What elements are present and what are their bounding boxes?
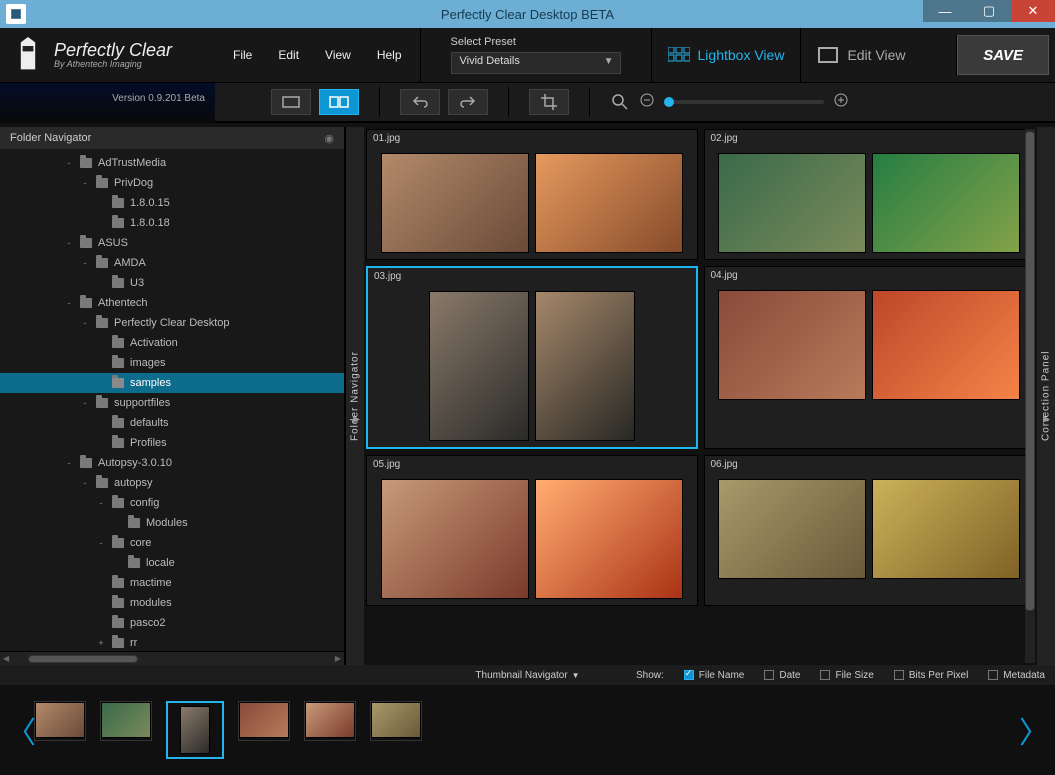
tree-item[interactable]: 1.8.0.15 — [0, 193, 344, 213]
tree-item[interactable]: samples — [0, 373, 344, 393]
tree-scrollbar[interactable]: ◀ ▶ — [0, 651, 344, 665]
titlebar: Perfectly Clear Desktop BETA — ▢ ✕ — [0, 0, 1055, 28]
thumbnail-navigator-toggle[interactable]: Thumbnail Navigator▼ — [475, 670, 579, 681]
main-menu: File Edit View Help — [215, 28, 420, 82]
preset-select[interactable]: Vivid Details — [451, 52, 621, 74]
image-cell[interactable]: 03.jpg — [366, 266, 698, 449]
show-option[interactable]: File Size — [820, 670, 873, 681]
strip-thumb[interactable] — [100, 701, 152, 741]
undo-button[interactable] — [400, 89, 440, 115]
grid-scrollbar[interactable] — [1025, 129, 1035, 663]
footer-bar: Thumbnail Navigator▼ Show: File Name Date… — [0, 665, 1055, 685]
grid-icon — [668, 47, 690, 63]
header: Perfectly Clear By Athentech Imaging Fil… — [0, 28, 1055, 83]
strip-thumb[interactable] — [166, 701, 224, 759]
image-cell[interactable]: 06.jpg — [704, 455, 1036, 606]
folder-panel: Folder Navigator ◉ -AdTrustMedia-PrivDog… — [0, 127, 346, 665]
tree-item[interactable]: -AMDA — [0, 253, 344, 273]
correction-panel-strip[interactable]: ◀ Correction Panel — [1037, 127, 1055, 665]
footer: Thumbnail Navigator▼ Show: File Name Date… — [0, 665, 1055, 775]
tree-item[interactable]: -PrivDog — [0, 173, 344, 193]
lightbox-view-button[interactable]: Lightbox View — [668, 47, 785, 63]
show-option[interactable]: Date — [764, 670, 800, 681]
menu-help[interactable]: Help — [377, 48, 402, 62]
image-grid: 01.jpg02.jpg03.jpg04.jpg05.jpg06.jpg — [364, 127, 1037, 665]
tree-item[interactable]: mactime — [0, 573, 344, 593]
show-option[interactable]: Bits Per Pixel — [894, 670, 968, 681]
tree-item[interactable]: -autopsy — [0, 473, 344, 493]
folder-panel-header: Folder Navigator ◉ — [0, 127, 344, 149]
maximize-button[interactable]: ▢ — [967, 0, 1011, 22]
tree-item[interactable]: defaults — [0, 413, 344, 433]
menu-file[interactable]: File — [233, 48, 252, 62]
tree-item[interactable]: locale — [0, 553, 344, 573]
app-icon — [6, 4, 26, 24]
split-layout-button[interactable] — [319, 89, 359, 115]
tree-item[interactable]: -config — [0, 493, 344, 513]
strip-thumb[interactable] — [238, 701, 290, 741]
tree-item[interactable]: U3 — [0, 273, 344, 293]
edit-view-button[interactable]: Edit View — [817, 47, 905, 63]
version-label: Version 0.9.201 Beta — [0, 83, 215, 123]
tree-item[interactable]: Profiles — [0, 433, 344, 453]
tree-item[interactable]: images — [0, 353, 344, 373]
close-button[interactable]: ✕ — [1011, 0, 1055, 22]
show-option[interactable]: File Name — [684, 670, 745, 681]
zoom-in-button[interactable] — [832, 93, 850, 112]
logo: Perfectly Clear By Athentech Imaging — [0, 28, 215, 82]
main-area: Folder Navigator ◉ -AdTrustMedia-PrivDog… — [0, 127, 1055, 665]
image-cell[interactable]: 05.jpg — [366, 455, 698, 606]
window-title: Perfectly Clear Desktop BETA — [0, 7, 1055, 22]
show-option[interactable]: Metadata — [988, 670, 1045, 681]
image-cell[interactable]: 01.jpg — [366, 129, 698, 260]
strip-next-button[interactable]: 〉 — [1019, 708, 1049, 752]
tree-item[interactable]: -supportfiles — [0, 393, 344, 413]
tree-item[interactable]: -ASUS — [0, 233, 344, 253]
tree-item[interactable]: -Perfectly Clear Desktop — [0, 313, 344, 333]
zoom-out-button[interactable] — [638, 93, 656, 112]
single-layout-button[interactable] — [271, 89, 311, 115]
redo-button[interactable] — [448, 89, 488, 115]
crop-button[interactable] — [529, 89, 569, 115]
view-buttons: Lightbox View — [651, 28, 801, 82]
tree-item[interactable]: Modules — [0, 513, 344, 533]
tree-item[interactable]: pasco2 — [0, 613, 344, 633]
zoom-slider[interactable] — [664, 100, 824, 104]
menu-view[interactable]: View — [325, 48, 351, 62]
show-label: Show: — [636, 670, 664, 681]
menu-edit[interactable]: Edit — [278, 48, 299, 62]
folder-tree[interactable]: -AdTrustMedia-PrivDog1.8.0.151.8.0.18-AS… — [0, 149, 344, 651]
minimize-button[interactable]: — — [923, 0, 967, 22]
edit-view-group: Edit View — [800, 28, 921, 82]
tree-item[interactable]: 1.8.0.18 — [0, 213, 344, 233]
image-cell[interactable]: 04.jpg — [704, 266, 1036, 449]
folder-navigator-strip[interactable]: ◀ Folder Navigator — [346, 127, 364, 665]
preset-area: Select Preset Vivid Details — [420, 28, 651, 82]
tree-item[interactable]: modules — [0, 593, 344, 613]
tree-item[interactable]: -AdTrustMedia — [0, 153, 344, 173]
brand-sub: By Athentech Imaging — [54, 59, 172, 69]
strip-prev-button[interactable]: 〈 — [6, 708, 36, 752]
single-icon — [817, 47, 839, 63]
tree-item[interactable]: -core — [0, 533, 344, 553]
image-cell[interactable]: 02.jpg — [704, 129, 1036, 260]
zoom-icon — [610, 94, 630, 110]
strip-thumb[interactable] — [34, 701, 86, 741]
brand-name: Perfectly Clear — [54, 41, 172, 59]
thumbnail-strip: 〈 〉 — [0, 685, 1055, 775]
tree-item[interactable]: +rr — [0, 633, 344, 651]
strip-thumb[interactable] — [370, 701, 422, 741]
save-button[interactable]: SAVE — [956, 35, 1049, 75]
refresh-icon[interactable]: ◉ — [324, 132, 334, 145]
preset-label: Select Preset — [451, 36, 621, 48]
tree-item[interactable]: -Athentech — [0, 293, 344, 313]
tree-item[interactable]: Activation — [0, 333, 344, 353]
strip-thumb[interactable] — [304, 701, 356, 741]
tree-item[interactable]: -Autopsy-3.0.10 — [0, 453, 344, 473]
